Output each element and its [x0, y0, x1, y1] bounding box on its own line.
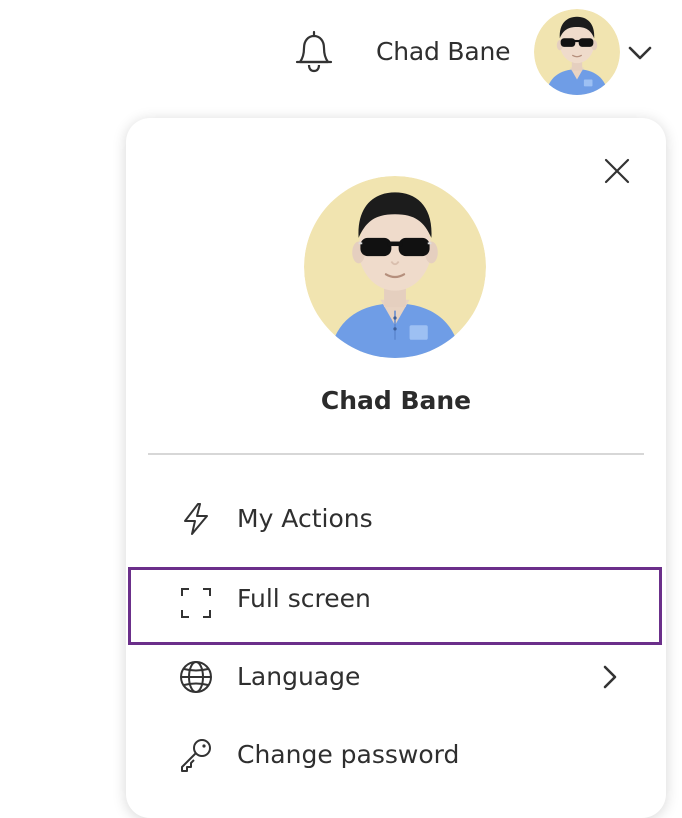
top-header: Chad Bane — [0, 0, 682, 100]
profile-user-name: Chad Bane — [320, 386, 472, 415]
menu-item-my-actions[interactable]: My Actions — [128, 480, 662, 558]
menu-item-label: Change password — [237, 740, 460, 769]
header-user-name[interactable]: Chad Bane — [376, 37, 511, 66]
key-icon — [178, 737, 214, 773]
menu-item-change-password[interactable]: Change password — [128, 716, 662, 794]
menu-item-label: My Actions — [237, 504, 373, 533]
chevron-right-icon — [598, 663, 622, 691]
menu-item-language[interactable]: Language — [128, 638, 662, 716]
profile-avatar — [304, 176, 486, 358]
fullscreen-icon — [178, 585, 214, 621]
divider — [148, 453, 644, 455]
menu-item-label: Language — [237, 662, 361, 691]
chevron-down-icon[interactable] — [626, 40, 654, 64]
profile-dropdown-panel: Chad Bane My Actions Full screen Languag… — [126, 118, 666, 818]
lightning-icon — [178, 501, 214, 537]
header-avatar[interactable] — [534, 9, 620, 95]
menu-item-label: Full screen — [237, 584, 371, 613]
bell-icon[interactable] — [292, 29, 336, 75]
close-icon[interactable] — [602, 156, 632, 186]
menu-item-full-screen[interactable]: Full screen — [128, 567, 662, 645]
globe-icon — [178, 659, 214, 695]
